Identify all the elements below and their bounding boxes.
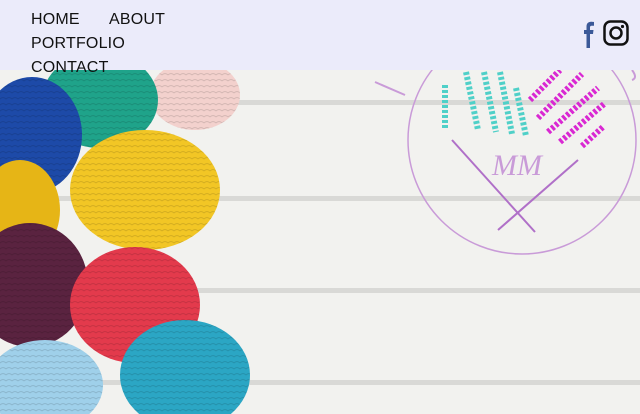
nav-portfolio-link[interactable]: PORTFOLIO [31, 35, 125, 53]
facebook-icon[interactable] [584, 20, 594, 53]
nav-home-link[interactable]: HOME [31, 11, 80, 29]
monogram-text: MM [491, 149, 544, 182]
top-navigation-bar: HOME ABOUT PORTFOLIO CONTACT [0, 0, 640, 76]
nav-about-link[interactable]: ABOUT [109, 11, 165, 29]
nav-contact-link[interactable]: CONTACT [31, 59, 109, 77]
instagram-icon[interactable] [603, 20, 629, 51]
